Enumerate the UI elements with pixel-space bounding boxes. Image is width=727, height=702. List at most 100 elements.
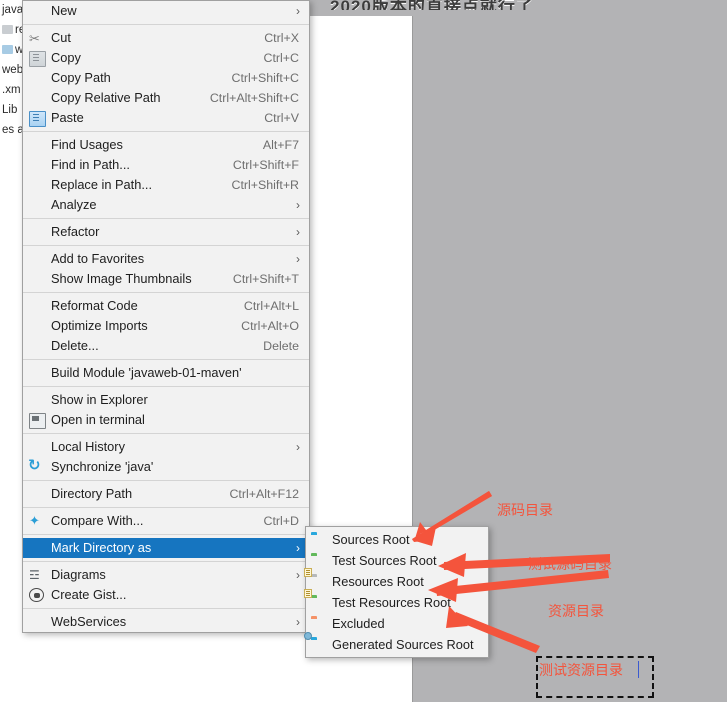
menu-item-label: Create Gist... (51, 587, 127, 602)
submenu-item-test-resources-root[interactable]: Test Resources Root (304, 589, 488, 613)
menu-item-refactor[interactable]: Refactor › (23, 222, 309, 242)
menu-item-webservices[interactable]: WebServices › (23, 612, 309, 632)
annotation-label-test-resource-dir: 测试资源目录 (539, 663, 623, 679)
menu-item-shortcut: Ctrl+Shift+T (232, 272, 299, 286)
gist-icon (29, 588, 44, 602)
menu-item-label: Refactor (51, 224, 100, 239)
menu-separator (23, 292, 309, 293)
menu-item-delete[interactable]: Delete... Delete (23, 336, 309, 356)
tree-item[interactable]: Lib (0, 100, 24, 120)
menu-item-open-in-terminal[interactable]: Open in terminal (23, 410, 309, 430)
menu-item-label: Find in Path... (51, 157, 130, 172)
menu-separator (23, 433, 309, 434)
menu-item-diagrams[interactable]: Diagrams › (23, 565, 309, 585)
menu-item-add-to-favorites[interactable]: Add to Favorites › (23, 249, 309, 269)
menu-item-label: Build Module 'javaweb-01-maven' (51, 365, 242, 380)
menu-item-create-gist[interactable]: Create Gist... (23, 585, 309, 605)
menu-separator (23, 131, 309, 132)
tree-item[interactable]: re (0, 20, 24, 40)
project-tree[interactable]: java re w web .xm Lib es a (0, 0, 24, 145)
menu-item-label: Diagrams (51, 567, 106, 582)
menu-item-build-module[interactable]: Build Module 'javaweb-01-maven' (23, 363, 309, 383)
submenu-item-label: Test Sources Root (332, 553, 437, 568)
tree-item[interactable]: .xm (0, 80, 24, 100)
compare-icon (29, 511, 44, 531)
menu-item-directory-path[interactable]: Directory Path Ctrl+Alt+F12 (23, 484, 309, 504)
menu-item-shortcut: Ctrl+D (263, 514, 299, 528)
menu-item-new[interactable]: New › (23, 1, 309, 21)
context-menu[interactable]: New › Cut Ctrl+X Copy Ctrl+C Copy Path C… (22, 0, 310, 633)
tree-item-label: java (2, 4, 24, 16)
menu-separator (23, 245, 309, 246)
tree-item-label: Lib (2, 104, 18, 116)
menu-item-shortcut: Ctrl+Alt+L (243, 299, 299, 313)
menu-item-label: Cut (51, 30, 71, 45)
menu-item-replace-in-path[interactable]: Replace in Path... Ctrl+Shift+R (23, 175, 309, 195)
menu-item-label: Mark Directory as (51, 540, 152, 555)
menu-item-synchronize[interactable]: Synchronize 'java' (23, 456, 309, 477)
menu-item-label: Local History (51, 439, 125, 454)
menu-item-cut[interactable]: Cut Ctrl+X (23, 28, 309, 49)
menu-item-label: Copy (51, 50, 81, 65)
annotation-text-box[interactable]: 测试资源目录 (536, 656, 654, 698)
folder-orange-icon (311, 618, 325, 629)
menu-item-local-history[interactable]: Local History › (23, 437, 309, 457)
menu-item-analyze[interactable]: Analyze › (23, 195, 309, 215)
menu-item-copy-relative-path[interactable]: Copy Relative Path Ctrl+Alt+Shift+C (23, 88, 309, 108)
menu-item-copy-path[interactable]: Copy Path Ctrl+Shift+C (23, 68, 309, 88)
submenu-item-label: Excluded (332, 616, 385, 631)
menu-item-label: Analyze (51, 197, 97, 212)
menu-item-shortcut: Ctrl+Shift+R (231, 178, 299, 192)
folder-blue-icon (311, 534, 325, 545)
menu-item-label: Directory Path (51, 486, 133, 501)
folder-gray-lines-icon (304, 568, 325, 587)
copy-icon (29, 51, 46, 67)
mark-directory-as-submenu[interactable]: Sources Root Test Sources Root Resources… (304, 526, 489, 658)
menu-item-optimize-imports[interactable]: Optimize Imports Ctrl+Alt+O (23, 316, 309, 336)
chevron-right-icon: › (296, 568, 300, 582)
annotation-label-source-dir: 源码目录 (497, 503, 553, 519)
chevron-right-icon: › (296, 225, 300, 239)
tree-item[interactable]: java (0, 0, 24, 20)
menu-item-shortcut: Ctrl+X (264, 31, 299, 45)
submenu-item-excluded[interactable]: Excluded (306, 613, 488, 634)
text-caret (638, 661, 639, 678)
menu-separator (23, 24, 309, 25)
menu-item-label: Paste (51, 110, 84, 125)
tree-item[interactable]: web (0, 60, 24, 80)
menu-separator (23, 480, 309, 481)
folder-blue-icon (2, 45, 13, 54)
menu-separator (23, 507, 309, 508)
tree-item[interactable]: w (0, 40, 24, 60)
menu-separator (23, 218, 309, 219)
folder-green-icon (311, 555, 325, 566)
menu-item-mark-directory-as[interactable]: Mark Directory as › (23, 538, 309, 558)
menu-item-shortcut: Delete (263, 339, 299, 353)
folder-icon (2, 25, 13, 34)
submenu-item-sources-root[interactable]: Sources Root (306, 529, 488, 550)
submenu-item-label: Test Resources Root (332, 595, 451, 610)
menu-item-show-in-explorer[interactable]: Show in Explorer (23, 390, 309, 410)
submenu-item-generated-sources-root[interactable]: Generated Sources Root (304, 632, 488, 655)
menu-item-label: Copy Path (51, 70, 111, 85)
diagram-icon (29, 565, 44, 585)
menu-item-label: Copy Relative Path (51, 90, 161, 105)
chevron-right-icon: › (296, 198, 300, 212)
menu-item-compare-with[interactable]: Compare With... Ctrl+D (23, 511, 309, 531)
menu-item-copy[interactable]: Copy Ctrl+C (23, 48, 309, 68)
menu-item-find-in-path[interactable]: Find in Path... Ctrl+Shift+F (23, 155, 309, 175)
submenu-item-resources-root[interactable]: Resources Root (304, 568, 488, 592)
cut-icon (29, 29, 44, 49)
paste-icon (29, 111, 46, 127)
menu-item-show-image-thumbnails[interactable]: Show Image Thumbnails Ctrl+Shift+T (23, 269, 309, 289)
submenu-item-test-sources-root[interactable]: Test Sources Root (306, 550, 488, 571)
tree-item[interactable]: es a (0, 120, 24, 140)
chevron-right-icon: › (296, 4, 300, 18)
menu-item-paste[interactable]: Paste Ctrl+V (23, 108, 309, 128)
menu-item-label: Optimize Imports (51, 318, 148, 333)
menu-item-reformat-code[interactable]: Reformat Code Ctrl+Alt+L (23, 296, 309, 316)
menu-item-find-usages[interactable]: Find Usages Alt+F7 (23, 135, 309, 155)
terminal-icon (29, 413, 46, 429)
chevron-right-icon: › (296, 252, 300, 266)
menu-item-label: Show Image Thumbnails (51, 271, 192, 286)
